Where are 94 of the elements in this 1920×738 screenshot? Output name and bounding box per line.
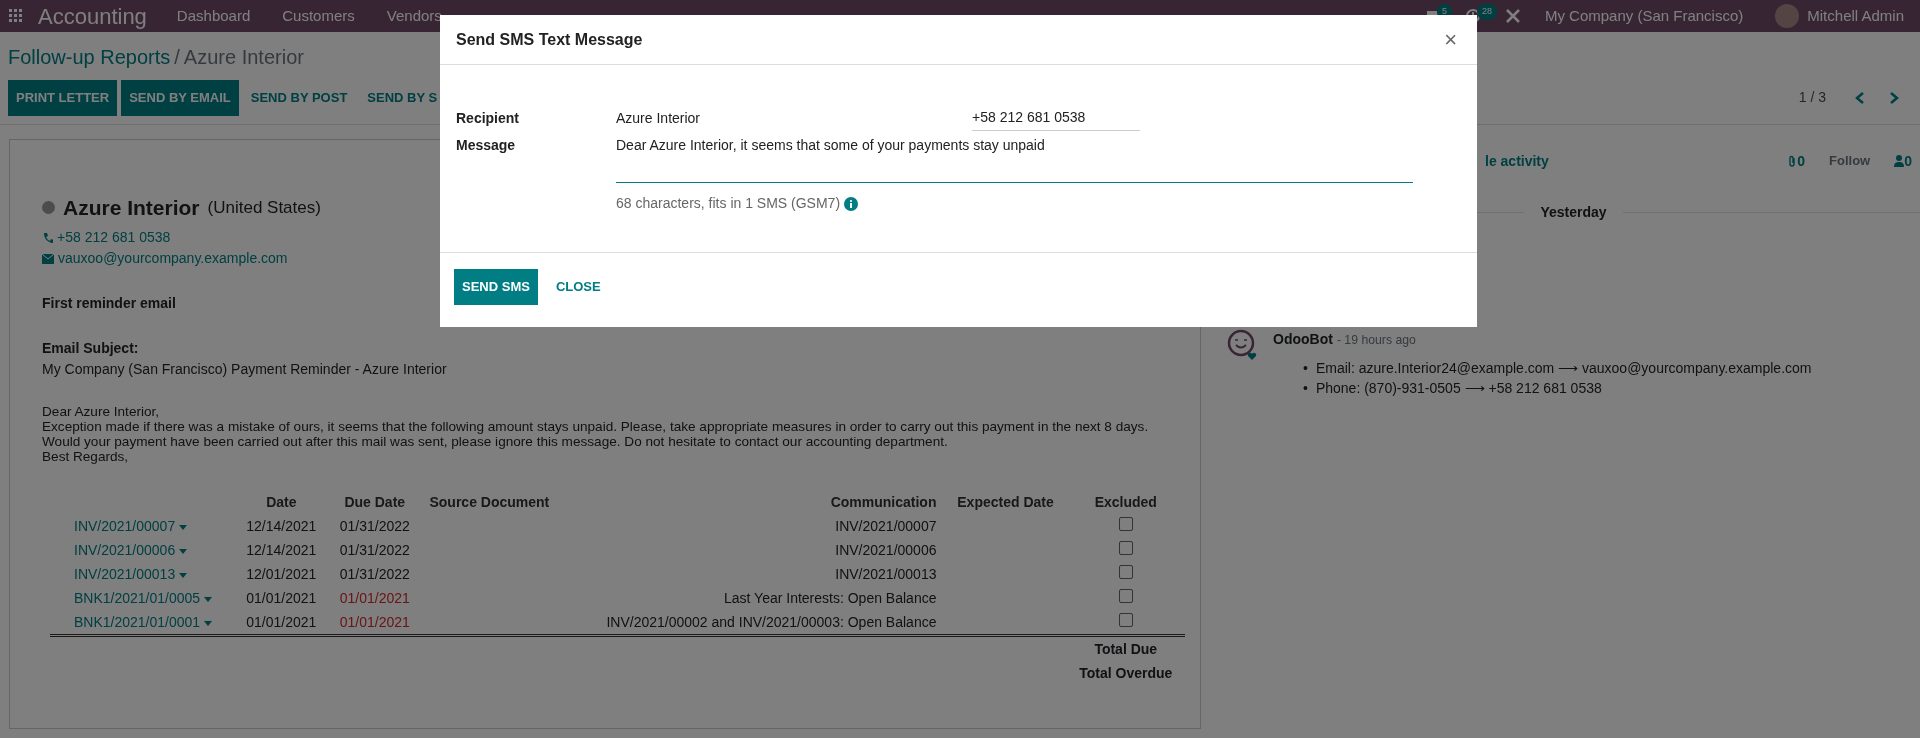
partner-name: Azure Interior (63, 194, 200, 221)
recipient-name: Azure Interior (616, 108, 702, 128)
total-label: Total Overdue (1078, 664, 1174, 683)
caret-icon[interactable] (179, 524, 188, 530)
bullet-mark: • (1303, 378, 1308, 398)
app-title: Accounting (38, 2, 147, 31)
follower-count: 0 (1904, 151, 1912, 171)
letter-line: Dear Azure Interior, (42, 404, 161, 419)
dialog-button[interactable]: CLOSE (547, 269, 609, 305)
due-date-cell-text: 01/01/2021 (338, 589, 411, 608)
follow-button[interactable]: Follow (1829, 151, 1871, 171)
letter-line: Would your payment have been carried out after this mail was sent, please ignore this message. Do not hesitate to contact our accounting department. (42, 434, 949, 449)
phone-link[interactable]: +58 212 681 0538 (57, 227, 171, 248)
message-time: - 19 hours ago (1336, 331, 1416, 349)
user-avatar (1775, 4, 1800, 28)
field-label: Recipient (456, 108, 520, 128)
excluded-checkbox[interactable] (1118, 613, 1133, 627)
excluded-checkbox[interactable] (1118, 517, 1133, 531)
email-subject: My Company (San Francisco) Payment Reminder - Azure Interior (42, 360, 448, 379)
due-date-cell-text: 01/31/2022 (338, 517, 411, 536)
caret-icon[interactable] (179, 572, 188, 578)
dialog-title: Send SMS Text Message (456, 29, 643, 50)
close-button[interactable]: × (1440, 28, 1461, 51)
excluded-checkbox[interactable] (1118, 565, 1133, 579)
count-badge: 28 (1476, 4, 1497, 20)
invoice-link[interactable]: BNK1/2021/01/0001 (74, 614, 201, 630)
column-header: Due Date (343, 493, 407, 512)
due-date-cell-text: 01/31/2022 (338, 541, 411, 560)
paperclip-icon[interactable] (1787, 155, 1798, 167)
table-cell-text: 12/01/2021 (245, 565, 318, 584)
status-dot-icon (42, 200, 55, 214)
followup-level: First reminder email (42, 294, 177, 313)
message-author: OdooBot (1273, 329, 1333, 349)
table-cell: INV/2021/00002 and INV/2021/00003: Open Balance (568, 610, 945, 636)
letter-line: Exception made if there was a mistake of ours, it seems that the following amount stays unpaid. Please, take appropriate measures in order to carry out this payment in the next 8 days. (42, 419, 1150, 434)
smiley-avatar-icon (1227, 328, 1257, 361)
table-cell-text: 12/14/2021 (245, 541, 318, 560)
phone-icon (42, 232, 53, 243)
menu-item[interactable]: Dashboard (176, 4, 251, 28)
table-cell-text: INV/2021/00007 (834, 517, 938, 536)
table-cell-text: Last Year Interests: Open Balance (723, 589, 938, 608)
partner-country: (United States) (207, 196, 321, 219)
table-cell: 01/01/2021 (234, 610, 329, 636)
company-switcher[interactable]: My Company (San Francisco) (1544, 4, 1744, 28)
chevron-right-icon[interactable] (1888, 90, 1900, 105)
table-cell-text: INV/2021/00013 (834, 565, 938, 584)
invoice-link[interactable]: INV/2021/00007 (74, 518, 176, 534)
action-button[interactable]: SEND BY POST (242, 80, 356, 116)
chevron-left-icon[interactable] (1854, 90, 1866, 105)
user-menu[interactable]: Mitchell Admin (1807, 4, 1904, 28)
email-link[interactable]: vauxoo@yourcompany.example.com (58, 248, 288, 269)
column-header: Expected Date (956, 493, 1055, 512)
menu-item[interactable]: Vendors (386, 4, 442, 28)
invoice-link[interactable]: INV/2021/00006 (74, 542, 176, 558)
invoice-link[interactable]: BNK1/2021/01/0005 (74, 590, 201, 606)
activity-link[interactable]: le activity (1485, 150, 1549, 172)
total-label: Total Due (1066, 635, 1185, 661)
breadcrumb-item: Azure Interior (183, 45, 304, 70)
action-button[interactable]: SEND BY S (359, 80, 446, 116)
date-separator: Yesterday (1540, 202, 1607, 222)
due-date-cell-text: 01/31/2022 (338, 565, 411, 584)
dialog-button[interactable]: SEND SMS (454, 269, 538, 305)
bullet-mark: • (1303, 358, 1308, 378)
table-cell-text: 01/01/2021 (245, 589, 318, 608)
envelope-icon (42, 253, 54, 264)
caret-icon[interactable] (204, 620, 213, 626)
pager-value: 1 / 3 (1798, 88, 1826, 108)
tracking-change: Email: azure.Interior24@example.com ⟶ vauxoo@yourcompany.example.com (1315, 358, 1812, 378)
column-header: Communication (829, 493, 938, 512)
field-label: Message (456, 136, 517, 155)
caret-icon[interactable] (179, 548, 188, 554)
action-button[interactable]: SEND BY EMAIL (121, 80, 239, 116)
info-icon[interactable] (844, 196, 859, 211)
invoice-link[interactable]: INV/2021/00013 (74, 566, 176, 582)
excluded-checkbox[interactable] (1118, 589, 1133, 603)
action-button[interactable]: PRINT LETTER (8, 80, 118, 116)
subject-label: Email Subject: (42, 339, 140, 358)
user-icon[interactable] (1894, 155, 1905, 167)
table-cell-text: INV/2021/00006 (834, 541, 938, 560)
letter-line: Best Regards, (42, 449, 130, 464)
table-cell-text: 12/14/2021 (245, 517, 318, 536)
column-header: Excluded (1093, 493, 1158, 512)
due-date-cell: 01/01/2021 (328, 610, 422, 636)
column-header: Date (265, 493, 298, 512)
breadcrumb-item[interactable]: Follow-up Reports (8, 42, 171, 72)
excluded-checkbox[interactable] (1118, 541, 1133, 555)
tracking-change: Phone: (870)-931-0505 ⟶ +58 212 681 0538 (1315, 378, 1602, 398)
character-count: 68 characters, fits in 1 SMS (GSM7) (616, 194, 841, 213)
apps-grid-icon[interactable] (8, 8, 24, 24)
menu-item[interactable]: Customers (282, 4, 355, 28)
column-header: Source Document (428, 493, 551, 512)
attachment-count: 0 (1797, 151, 1806, 171)
caret-icon[interactable] (204, 596, 213, 602)
breadcrumb-item: / (174, 45, 180, 70)
